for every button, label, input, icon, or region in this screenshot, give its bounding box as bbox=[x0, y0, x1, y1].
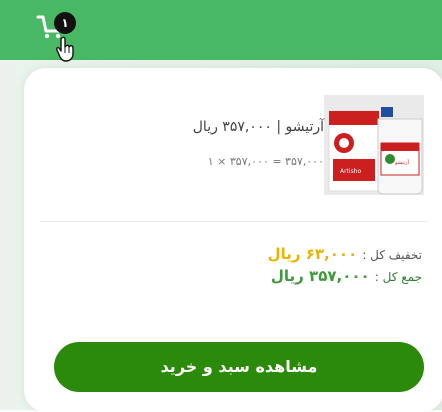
discount-value: ۶۳,۰۰۰ ریال bbox=[267, 245, 358, 263]
total-row: جمع کل : ۳۵۷,۰۰۰ ریال bbox=[271, 266, 422, 285]
product-name-price[interactable]: آرتیشو | ۳۵۷,۰۰۰ ریال bbox=[193, 119, 324, 135]
total-label: جمع کل : bbox=[374, 270, 422, 284]
divider bbox=[40, 221, 428, 222]
discount-label: تخفیف کل : bbox=[362, 248, 422, 262]
hand-pointer-icon bbox=[56, 36, 74, 62]
total-value: ۳۵۷,۰۰۰ ریال bbox=[270, 267, 370, 285]
product-image-logo-text: Artisho bbox=[340, 168, 362, 175]
product-quantity-line: ۱ × ۳۵۷,۰۰۰ = ۳۵۷,۰۰۰ bbox=[207, 155, 324, 168]
product-image[interactable]: Artisho آرتیشو bbox=[324, 95, 424, 195]
product-image-label-text: آرتیشو bbox=[394, 159, 409, 166]
cart-count-badge: ۱ bbox=[54, 12, 76, 34]
discount-row: تخفیف کل : ۶۳,۰۰۰ ریال bbox=[268, 244, 422, 263]
mini-cart-popup: Artisho آرتیشو آرتیشو | ۳۵۷,۰۰۰ ریال ۱ ×… bbox=[24, 68, 442, 412]
view-cart-checkout-button[interactable]: مشاهده سبد و خرید bbox=[54, 342, 424, 392]
